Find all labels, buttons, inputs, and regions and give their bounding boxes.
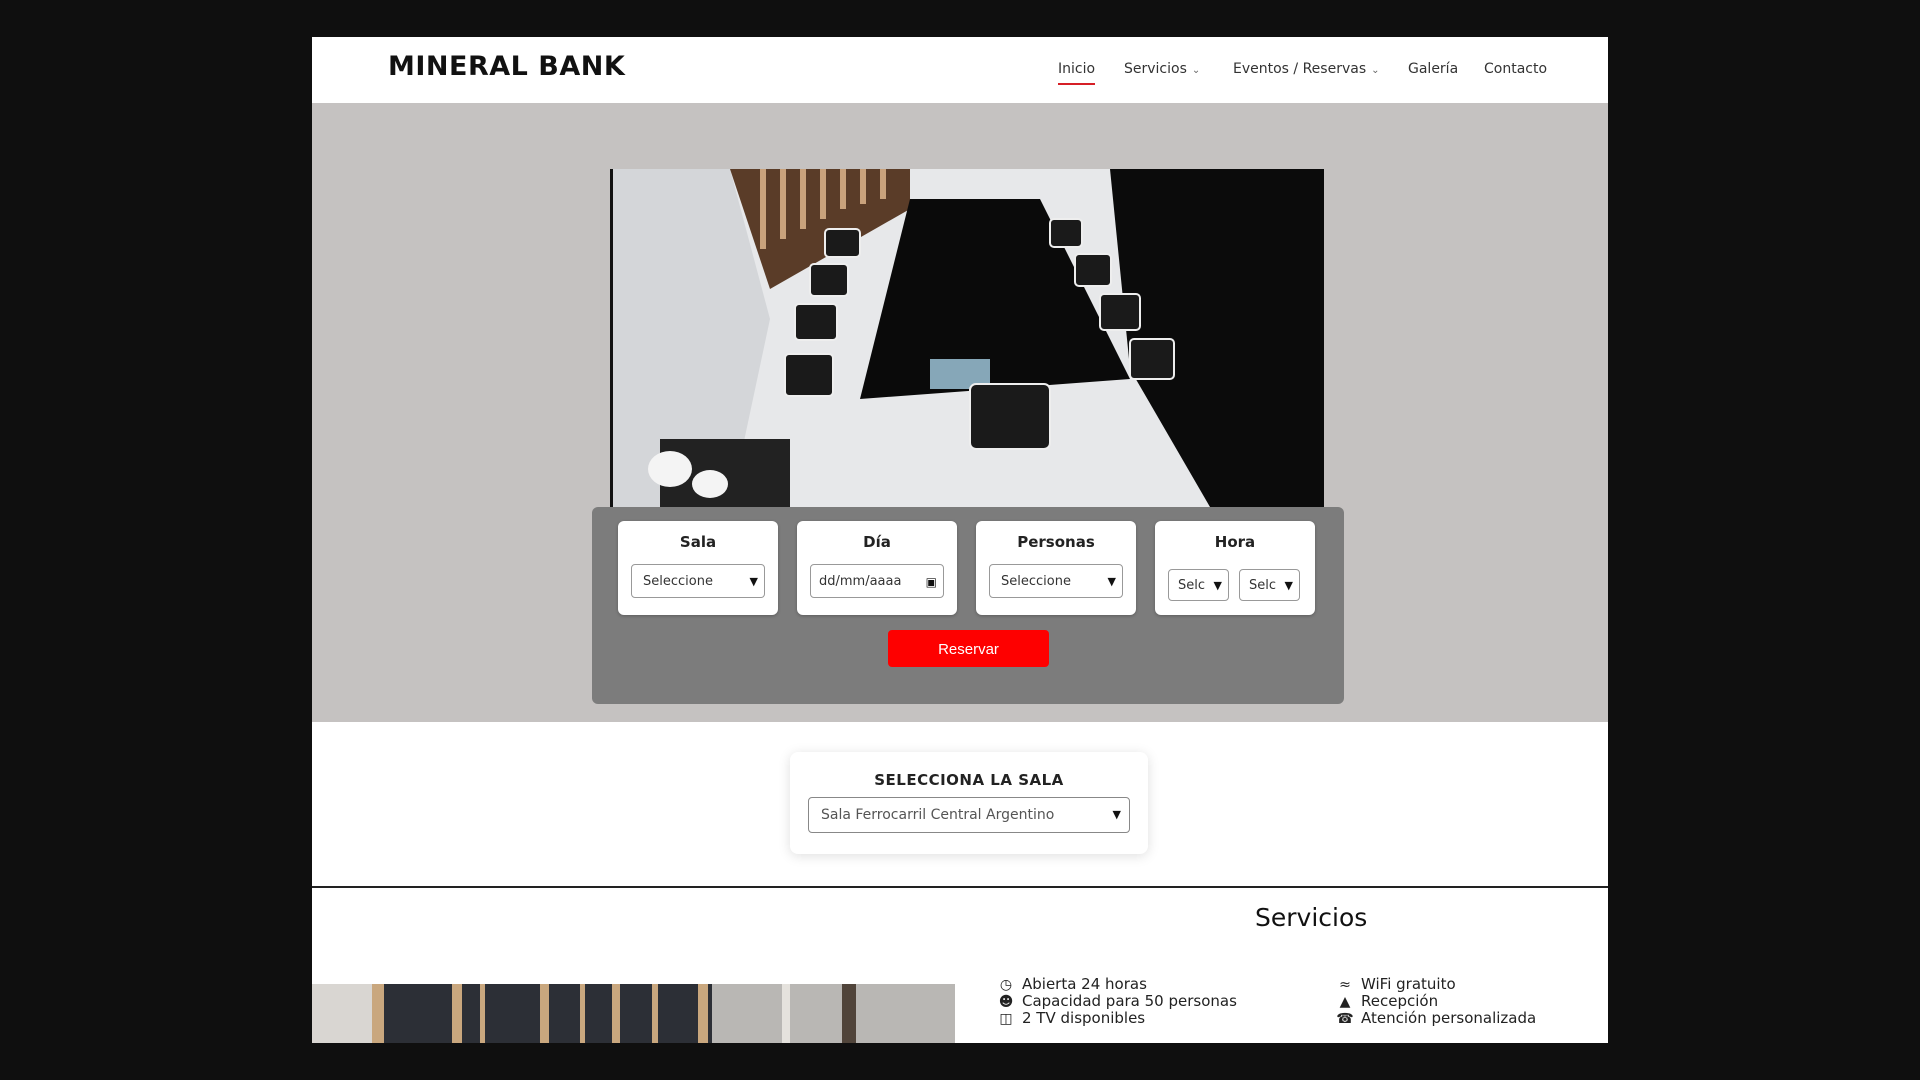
nav-contacto[interactable]: Contacto	[1484, 55, 1547, 83]
headset-icon: ☎	[1336, 1011, 1354, 1027]
hora-select-hours[interactable]: Selc ▼	[1168, 569, 1229, 601]
chevron-down-icon: ▼	[749, 575, 758, 588]
people-icon: ☻	[998, 994, 1014, 1010]
hero-section: Sala Seleccione ▼ Día dd/mm/aaaa ▣ Perso…	[312, 103, 1608, 722]
room-selector-card: SELECCIONA LA SALA Sala Ferrocarril Cent…	[790, 752, 1148, 854]
reception-bell-icon: ▲	[1339, 994, 1351, 1010]
chevron-down-icon: ▼	[1284, 579, 1293, 592]
dia-label: Día	[863, 533, 891, 551]
hora-card: Hora Selc ▼ Selc ▼	[1155, 521, 1315, 615]
chevron-down-icon: ⌄	[1191, 65, 1201, 76]
chevron-down-icon: ▼	[1107, 575, 1116, 588]
personas-select-value: Seleccione	[1001, 574, 1071, 589]
hora-label: Hora	[1214, 533, 1256, 551]
room-select-value: Sala Ferrocarril Central Argentino	[821, 807, 1055, 823]
chevron-down-icon: ⌄	[1371, 65, 1380, 76]
service-item: ☎ Atención personalizada	[1334, 1010, 1536, 1028]
tv-icon: ◫	[999, 1011, 1013, 1027]
nav-contacto-label: Contacto	[1484, 61, 1548, 77]
nav-eventos-reservas[interactable]: Eventos / Reservas ⌄	[1233, 55, 1380, 85]
hora-hours-value: Selc	[1178, 578, 1206, 593]
personas-card: Personas Seleccione ▼	[976, 521, 1136, 615]
chevron-down-icon: ▼	[1213, 579, 1222, 592]
service-label: 2 TV disponibles	[1022, 1009, 1146, 1027]
nav-eventos-label: Eventos / Reservas	[1233, 61, 1367, 77]
service-label: Abierta 24 horas	[1022, 975, 1147, 993]
nav-galeria[interactable]: Galería	[1408, 55, 1458, 83]
reserve-button[interactable]: Reservar	[888, 630, 1049, 667]
page: MINERAL BANK Inicio Servicios ⌄ Eventos /…	[312, 37, 1608, 1043]
site-header: MINERAL BANK Inicio Servicios ⌄ Eventos /…	[312, 37, 1608, 103]
nav-galeria-label: Galería	[1408, 61, 1459, 77]
dia-card: Día dd/mm/aaaa ▣	[797, 521, 957, 615]
nav-servicios[interactable]: Servicios ⌄	[1124, 55, 1200, 85]
personas-label: Personas	[1017, 533, 1095, 551]
chevron-down-icon: ▼	[1112, 808, 1121, 821]
service-label: Recepción	[1361, 992, 1439, 1010]
calendar-icon: ▣	[925, 575, 937, 589]
dia-date-input[interactable]: dd/mm/aaaa ▣	[810, 564, 944, 598]
room-select[interactable]: Sala Ferrocarril Central Argentino ▼	[808, 797, 1130, 833]
sala-card: Sala Seleccione ▼	[618, 521, 778, 615]
sala-select-value: Seleccione	[643, 574, 713, 589]
sala-select[interactable]: Seleccione ▼	[631, 564, 765, 598]
dia-date-value: dd/mm/aaaa	[819, 574, 902, 589]
service-label: WiFi gratuito	[1361, 975, 1456, 993]
nav-inicio-label: Inicio	[1058, 61, 1096, 77]
wifi-icon: ≈	[1339, 977, 1351, 993]
sala-label: Sala	[679, 533, 717, 551]
booking-panel: Sala Seleccione ▼ Día dd/mm/aaaa ▣ Perso…	[592, 507, 1344, 704]
hora-select-minutes[interactable]: Selc ▼	[1239, 569, 1300, 601]
service-item: ◫ 2 TV disponibles	[995, 1010, 1145, 1028]
conference-room-photo	[610, 169, 1324, 507]
service-label: Atención personalizada	[1361, 1009, 1537, 1027]
section-divider	[312, 886, 1608, 888]
personas-select[interactable]: Seleccione ▼	[989, 564, 1123, 598]
services-title: Servicios	[1255, 903, 1368, 932]
logo[interactable]: MINERAL BANK	[388, 51, 625, 82]
clock-icon: ◷	[999, 977, 1013, 993]
nav-inicio[interactable]: Inicio	[1058, 55, 1096, 85]
room-selector-title: SELECCIONA LA SALA	[874, 771, 1064, 789]
service-label: Capacidad para 50 personas	[1022, 992, 1237, 1010]
hora-minutes-value: Selc	[1249, 578, 1277, 593]
services-photo	[312, 984, 955, 1043]
nav-servicios-label: Servicios	[1124, 61, 1187, 77]
